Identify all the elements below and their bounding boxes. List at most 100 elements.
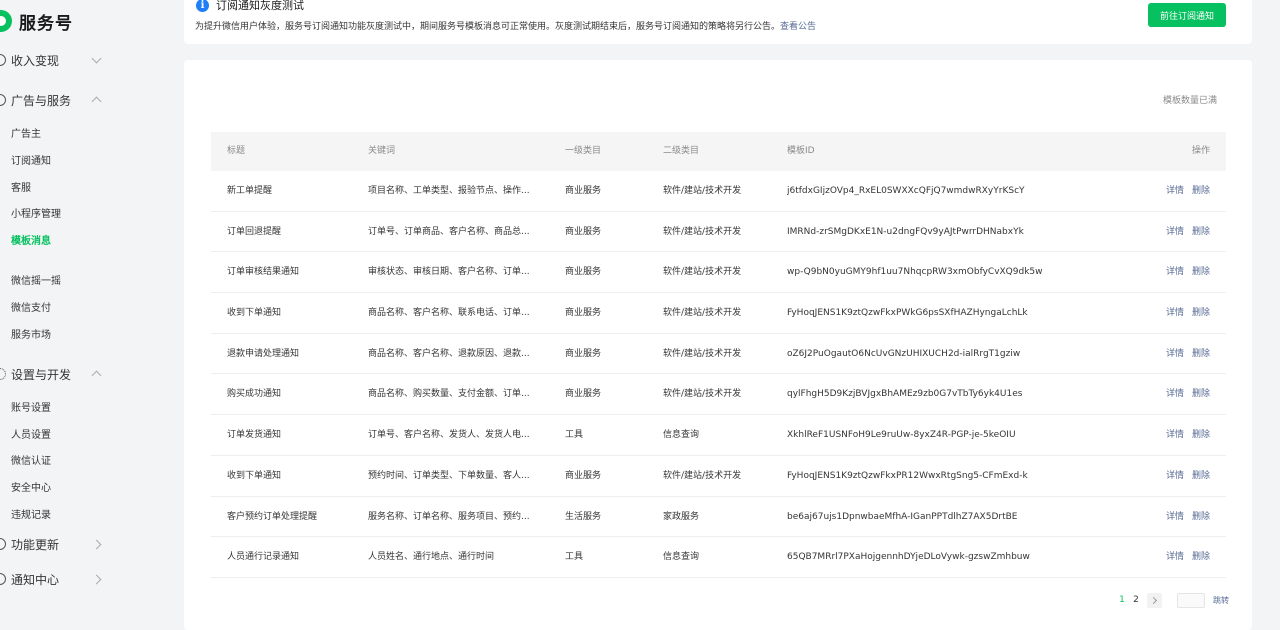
delete-link[interactable]: 删除 (1192, 471, 1210, 481)
row-category1: 商业服务 (565, 226, 602, 237)
detail-link[interactable]: 详情 (1166, 552, 1184, 562)
sidebar-item-verification[interactable]: 微信认证 (11, 454, 51, 470)
row-template-id: be6aj67ujs1DpnwbaeMfhA-IGanPPTdlhZ7AX5Dr… (787, 511, 1018, 522)
row-category1: 商业服务 (565, 470, 602, 481)
chevron-right-icon (91, 539, 102, 549)
sidebar-item-violations[interactable]: 违规记录 (11, 508, 51, 524)
page-jump-button[interactable]: 跳转 (1213, 595, 1229, 606)
notice-title: 订阅通知灰度测试 (216, 0, 304, 12)
delete-link[interactable]: 删除 (1192, 227, 1210, 237)
sidebar-group-notifications[interactable]: 通知中心 (0, 568, 168, 590)
row-title: 订单回退提醒 (227, 226, 282, 237)
detail-link[interactable]: 详情 (1166, 227, 1184, 237)
table-row: 退款申请处理通知 商品名称、客户名称、退款原因、退款... 商业服务 软件/建站… (211, 334, 1226, 375)
delete-link[interactable]: 删除 (1192, 308, 1210, 318)
sidebar-item-service-market[interactable]: 服务市场 (11, 328, 51, 344)
row-category2: 软件/建站/技术开发 (663, 186, 742, 196)
page-jump-input[interactable] (1177, 592, 1205, 608)
row-template-id: wp-Q9bN0yuGMY9hf1uu7NhqcpRW3xmObfyCvXQ9d… (787, 267, 1043, 278)
detail-link[interactable]: 详情 (1166, 512, 1184, 522)
sidebar-group-label: 广告与服务 (11, 93, 72, 108)
sidebar-item-member-settings[interactable]: 人员设置 (11, 428, 51, 444)
row-actions: 详情 删除 (1158, 415, 1210, 455)
sidebar-item-subscription[interactable]: 订阅通知 (11, 154, 51, 170)
sidebar-item-wechat-pay[interactable]: 微信支付 (11, 301, 51, 317)
row-template-id: qylFhgH5D9KzjBVJgxBhAMEz9zb0G7vTbTy6yk4U… (787, 389, 1023, 400)
row-category2: 信息查询 (663, 552, 700, 563)
brand[interactable]: 服务号 (0, 6, 73, 36)
delete-link[interactable]: 删除 (1192, 552, 1210, 562)
sidebar-item-miniprogram[interactable]: 小程序管理 (11, 207, 61, 223)
row-category2: 软件/建站/技术开发 (663, 389, 742, 400)
page-2-button[interactable]: 2 (1129, 595, 1143, 605)
row-title: 收到下单通知 (227, 470, 282, 481)
sidebar-group-settings-dev[interactable]: 设置与开发 (0, 363, 168, 385)
goto-subscription-button[interactable]: 前往订阅通知 (1148, 3, 1226, 27)
column-category2: 二级类目 (663, 146, 700, 156)
sidebar-item-shake[interactable]: 微信摇一摇 (11, 274, 61, 290)
delete-link[interactable]: 删除 (1192, 512, 1210, 522)
row-keywords: 商品名称、购买数量、支付金额、订单... (368, 389, 530, 400)
sidebar-group-feature-updates[interactable]: 功能更新 (0, 533, 168, 555)
detail-link[interactable]: 详情 (1166, 349, 1184, 359)
view-announcement-link[interactable]: 查看公告 (780, 22, 816, 32)
row-category2: 软件/建站/技术开发 (663, 267, 742, 278)
row-actions: 详情 删除 (1158, 537, 1210, 577)
column-title: 标题 (227, 146, 246, 156)
detail-link[interactable]: 详情 (1166, 308, 1184, 318)
row-actions: 详情 删除 (1158, 456, 1210, 496)
sidebar-group-income[interactable]: 收入变现 (0, 49, 168, 71)
row-actions: 详情 删除 (1158, 497, 1210, 537)
row-template-id: oZ6J2PuOgautO6NcUvGNzUHIXUCH2d-ialRrgT1g… (787, 348, 1021, 359)
detail-link[interactable]: 详情 (1166, 430, 1184, 440)
detail-link[interactable]: 详情 (1166, 389, 1184, 399)
next-page-icon[interactable] (1147, 592, 1162, 608)
sidebar-item-customer-service[interactable]: 客服 (11, 181, 31, 197)
delete-link[interactable]: 删除 (1192, 349, 1210, 359)
row-category1: 商业服务 (565, 308, 602, 319)
row-keywords: 订单号、客户名称、发货人、发货人电... (368, 430, 530, 441)
column-actions: 操作 (1191, 146, 1210, 156)
row-title: 订单审核结果通知 (227, 267, 300, 278)
update-icon (0, 538, 6, 550)
chevron-up-icon (91, 96, 102, 107)
row-keywords: 审核状态、审核日期、客户名称、订单... (368, 267, 530, 278)
row-keywords: 订单号、订单商品、客户名称、商品总... (368, 226, 530, 237)
row-category1: 工具 (565, 430, 584, 441)
delete-link[interactable]: 删除 (1192, 186, 1210, 196)
row-category2: 软件/建站/技术开发 (663, 226, 742, 237)
table-row: 人员通行记录通知 人员姓名、通行地点、通行时间 工具 信息查询 65QB7MRr… (211, 537, 1226, 578)
detail-link[interactable]: 详情 (1166, 471, 1184, 481)
row-category1: 生活服务 (565, 511, 602, 522)
info-icon: i (196, 0, 209, 12)
delete-link[interactable]: 删除 (1192, 389, 1210, 399)
row-actions: 详情 删除 (1158, 334, 1210, 374)
detail-link[interactable]: 详情 (1166, 267, 1184, 277)
sidebar-group-ads-services[interactable]: 广告与服务 (0, 89, 168, 111)
sidebar-item-account-settings[interactable]: 账号设置 (11, 401, 51, 417)
template-list-card: 模板数量已满 标题 关键词 一级类目 二级类目 模板ID 操作 新工单提醒 项目… (184, 60, 1252, 630)
sidebar-item-template-message[interactable]: 模板消息 (11, 234, 51, 250)
row-title: 收到下单通知 (227, 308, 282, 319)
detail-link[interactable]: 详情 (1166, 186, 1184, 196)
row-template-id: FyHoqJENS1K9ztQzwFkxPR12WwxRtgSng5-CFmEx… (787, 470, 1028, 481)
row-actions: 详情 删除 (1158, 293, 1210, 333)
table-row: 订单审核结果通知 审核状态、审核日期、客户名称、订单... 商业服务 软件/建站… (211, 252, 1226, 294)
page-1-button[interactable]: 1 (1115, 595, 1129, 605)
template-table: 标题 关键词 一级类目 二级类目 模板ID 操作 新工单提醒 项目名称、工单类型… (211, 132, 1226, 578)
notice-description: 为提升微信用户体验，服务号订阅通知功能灰度测试中，期间服务号模板消息可正常使用。… (195, 19, 816, 32)
sidebar-item-security[interactable]: 安全中心 (11, 481, 51, 497)
table-header: 标题 关键词 一级类目 二级类目 模板ID 操作 (211, 132, 1226, 171)
bell-icon (0, 573, 6, 585)
row-category1: 商业服务 (565, 348, 602, 359)
pagination: 1 2 跳转 (1115, 592, 1229, 608)
table-row: 购买成功通知 商品名称、购买数量、支付金额、订单... 商业服务 软件/建站/技… (211, 374, 1226, 416)
column-template-id: 模板ID (787, 146, 815, 156)
sidebar-item-advertiser[interactable]: 广告主 (11, 127, 41, 143)
row-template-id: FyHoqJENS1K9ztQzwFkxPWkG6psSXfHAZHyngaLc… (787, 308, 1028, 319)
row-category1: 商业服务 (565, 389, 602, 400)
notice-text: 为提升微信用户体验，服务号订阅通知功能灰度测试中，期间服务号模板消息可正常使用。… (195, 22, 781, 32)
delete-link[interactable]: 删除 (1192, 430, 1210, 440)
notice-banner: i 订阅通知灰度测试 为提升微信用户体验，服务号订阅通知功能灰度测试中，期间服务… (184, 0, 1252, 44)
delete-link[interactable]: 删除 (1192, 267, 1210, 277)
